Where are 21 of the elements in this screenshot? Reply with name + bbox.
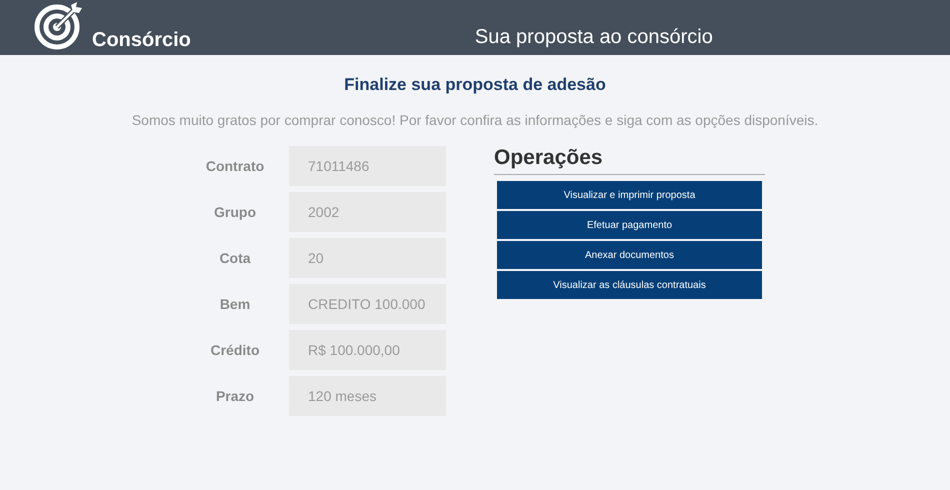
field-value: 120 meses bbox=[289, 376, 446, 416]
operation-button[interactable]: Visualizar e imprimir proposta bbox=[497, 181, 762, 209]
field-value: 20 bbox=[289, 238, 446, 278]
field-label: Bem bbox=[218, 296, 252, 312]
page-title: Sua proposta ao consórcio bbox=[474, 26, 713, 49]
field-value: CREDITO 100.000 bbox=[289, 284, 446, 324]
field-label: Cota bbox=[218, 250, 252, 266]
section-heading: Finalize sua proposta de adesão bbox=[343, 75, 607, 95]
field-value: 71011486 bbox=[289, 146, 446, 186]
brand-name: Consórcio bbox=[92, 29, 191, 52]
operations-heading: Operações bbox=[494, 146, 765, 175]
operation-button[interactable]: Visualizar as cláusulas contratuais bbox=[497, 271, 762, 299]
operation-button[interactable]: Efetuar pagamento bbox=[497, 211, 762, 239]
field-label: Crédito bbox=[210, 342, 260, 358]
field-value: 2002 bbox=[289, 192, 446, 232]
operation-button[interactable]: Anexar documentos bbox=[497, 241, 762, 269]
field-label: Prazo bbox=[214, 388, 256, 404]
intro-text: Somos muito gratos por comprar conosco! Por favor confira as informações e siga com as opções disponíveis. bbox=[130, 112, 820, 128]
field-value: R$ 100.000,00 bbox=[289, 330, 446, 370]
field-label: Grupo bbox=[213, 204, 257, 220]
field-label: Contrato bbox=[204, 158, 266, 174]
